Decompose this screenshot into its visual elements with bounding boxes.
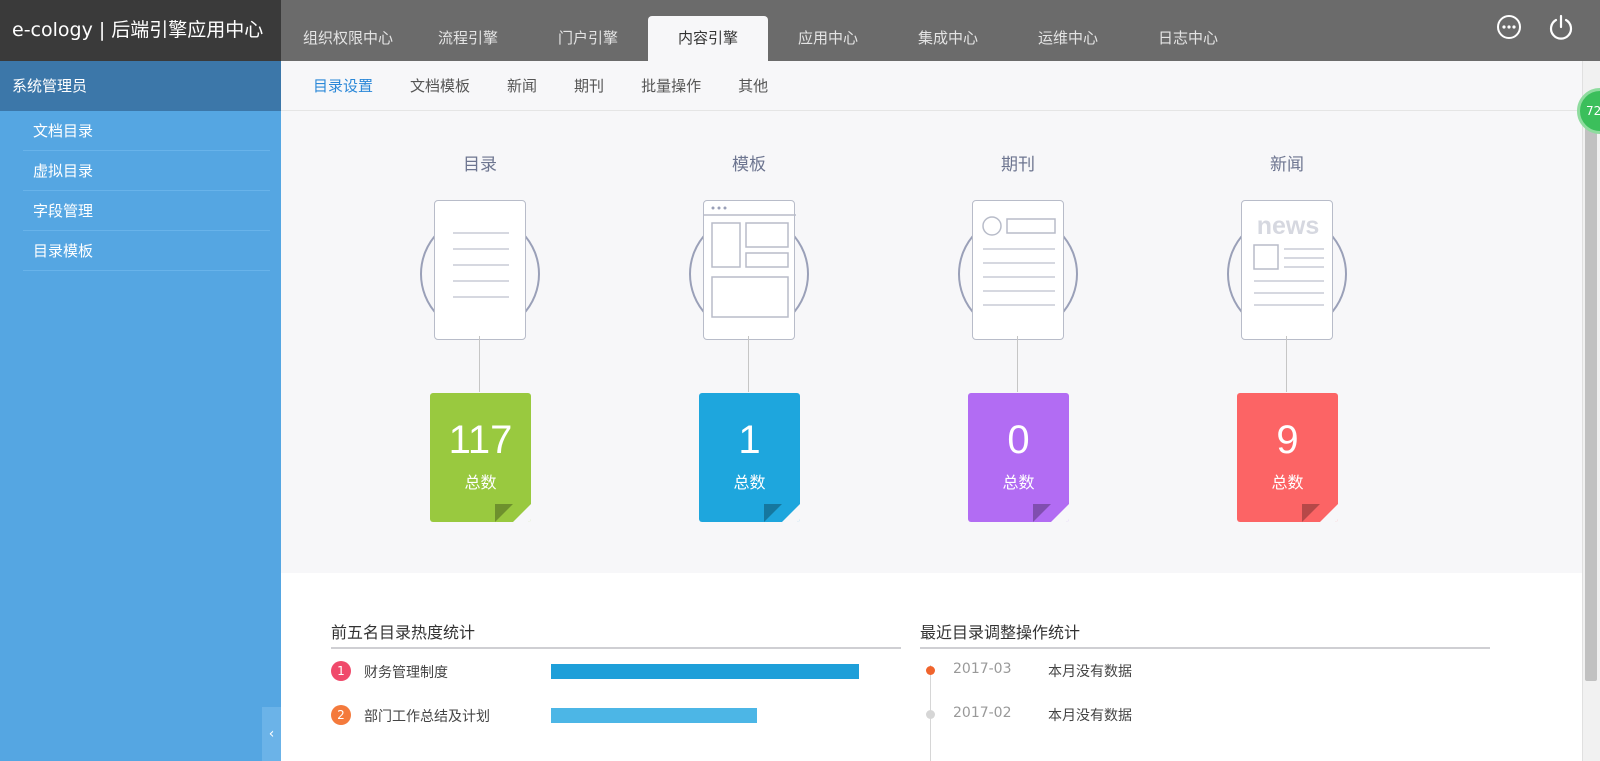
stat-count-label: 总数 [733, 473, 766, 492]
sub-nav: 目录设置 文档模板 新闻 期刊 批量操作 其他 [281, 61, 1582, 111]
timeline-dot [926, 666, 935, 675]
subtab-batch-operation[interactable]: 批量操作 [641, 61, 701, 110]
timeline-dot [926, 710, 935, 719]
tab-content-engine[interactable]: 内容引擎 [648, 16, 768, 61]
tab-workflow-engine[interactable]: 流程引擎 [408, 16, 528, 61]
sidebar-collapse-button[interactable]: ‹ [262, 707, 281, 761]
app-title: e-cology | 后端引擎应用中心 [0, 0, 281, 61]
news-icon-text: news [1257, 212, 1320, 240]
template-icon [703, 200, 796, 340]
document-icon [434, 200, 526, 340]
more-icon[interactable] [1496, 14, 1522, 40]
ranking-row[interactable]: 2 部门工作总结及计划 [331, 705, 891, 729]
fold-corner [782, 504, 800, 522]
hot-ranking-title: 前五名目录热度统计 [331, 619, 901, 649]
stat-title: 新闻 [1270, 155, 1304, 175]
scroll-thumb[interactable] [1585, 111, 1597, 681]
vertical-scrollbar[interactable] [1582, 61, 1600, 761]
ranking-name: 财务管理制度 [364, 665, 448, 681]
stat-count-box[interactable]: 9 总数 [1237, 393, 1338, 522]
fold-shadow [764, 504, 782, 522]
subtab-news[interactable]: 新闻 [507, 61, 537, 110]
timeline-text: 本月没有数据 [1048, 664, 1132, 680]
tab-org-permissions[interactable]: 组织权限中心 [288, 16, 408, 61]
stat-title: 期刊 [1001, 155, 1035, 175]
stat-count-label: 总数 [1271, 473, 1304, 492]
ranking-name: 部门工作总结及计划 [364, 709, 490, 725]
ranking-row[interactable]: 1 财务管理制度 [331, 661, 891, 685]
subtab-catalog-settings[interactable]: 目录设置 [313, 61, 373, 110]
stat-count-box[interactable]: 1 总数 [699, 393, 800, 522]
sidebar: 系统管理员 文档目录 虚拟目录 字段管理 目录模板 ‹ [0, 61, 281, 761]
sidebar-heading: 系统管理员 [0, 61, 281, 111]
stat-card-catalog[interactable]: 目录 117 总数 [410, 112, 550, 532]
statistics-area: 前五名目录热度统计 1 财务管理制度 2 部门工作总结及计划 最近目录调整操作统… [281, 573, 1582, 761]
rank-badge: 2 [331, 705, 351, 725]
stat-card-journal[interactable]: 期刊 0 总数 [948, 112, 1088, 532]
sidebar-item-catalog-template[interactable]: 目录模板 [23, 231, 270, 271]
stat-count: 0 [1007, 418, 1030, 462]
tab-portal-engine[interactable]: 门户引擎 [528, 16, 648, 61]
hot-ranking-panel: 前五名目录热度统计 1 财务管理制度 2 部门工作总结及计划 [331, 573, 901, 761]
sidebar-item-document-catalog[interactable]: 文档目录 [23, 111, 270, 151]
tab-ops-center[interactable]: 运维中心 [1008, 16, 1128, 61]
fold-shadow [495, 504, 513, 522]
stat-count: 1 [738, 418, 761, 462]
stat-count: 117 [448, 418, 513, 462]
connector-line [1286, 336, 1287, 392]
fold-corner [513, 504, 531, 522]
fold-corner [1320, 504, 1338, 522]
power-icon[interactable] [1548, 14, 1574, 40]
timeline-text: 本月没有数据 [1048, 708, 1132, 724]
stat-cards: 目录 117 总数 模板 1 总数 期刊 0 总数 新闻 news 9 总数 [281, 112, 1582, 573]
sidebar-item-field-management[interactable]: 字段管理 [23, 191, 270, 231]
stat-card-template[interactable]: 模板 1 总数 [679, 112, 819, 532]
fold-corner [1051, 504, 1069, 522]
stat-count-box[interactable]: 117 总数 [430, 393, 531, 522]
stat-title: 目录 [463, 155, 497, 175]
rank-badge: 1 [331, 661, 351, 681]
subtab-other[interactable]: 其他 [738, 61, 768, 110]
stat-card-news[interactable]: 新闻 news 9 总数 [1217, 112, 1357, 532]
ranking-bar [551, 708, 757, 723]
top-header: e-cology | 后端引擎应用中心 组织权限中心 流程引擎 门户引擎 内容引… [0, 0, 1600, 61]
journal-icon [972, 200, 1064, 340]
stat-title: 模板 [732, 155, 766, 175]
subtab-journal[interactable]: 期刊 [574, 61, 604, 110]
connector-line [479, 336, 480, 392]
fold-shadow [1302, 504, 1320, 522]
connector-line [1017, 336, 1018, 392]
recent-ops-title: 最近目录调整操作统计 [920, 619, 1490, 649]
top-nav: 组织权限中心 流程引擎 门户引擎 内容引擎 应用中心 集成中心 运维中心 日志中… [281, 0, 1248, 61]
ranking-bar [551, 664, 859, 679]
subtab-document-template[interactable]: 文档模板 [410, 61, 470, 110]
tab-app-center[interactable]: 应用中心 [768, 16, 888, 61]
recent-ops-panel: 最近目录调整操作统计 2017-03 本月没有数据 2017-02 本月没有数据 [920, 573, 1490, 761]
connector-line [748, 336, 749, 392]
stat-count-label: 总数 [464, 473, 497, 492]
newspaper-icon: news [1241, 200, 1333, 340]
stat-count: 9 [1276, 418, 1299, 462]
stat-count-box[interactable]: 0 总数 [968, 393, 1069, 522]
stat-count-label: 总数 [1002, 473, 1035, 492]
timeline-date: 2017-03 [953, 661, 1012, 677]
timeline-date: 2017-02 [953, 705, 1012, 721]
header-actions [1496, 14, 1600, 40]
sidebar-item-virtual-catalog[interactable]: 虚拟目录 [23, 151, 270, 191]
tab-integration-center[interactable]: 集成中心 [888, 16, 1008, 61]
fold-shadow [1033, 504, 1051, 522]
tab-log-center[interactable]: 日志中心 [1128, 16, 1248, 61]
